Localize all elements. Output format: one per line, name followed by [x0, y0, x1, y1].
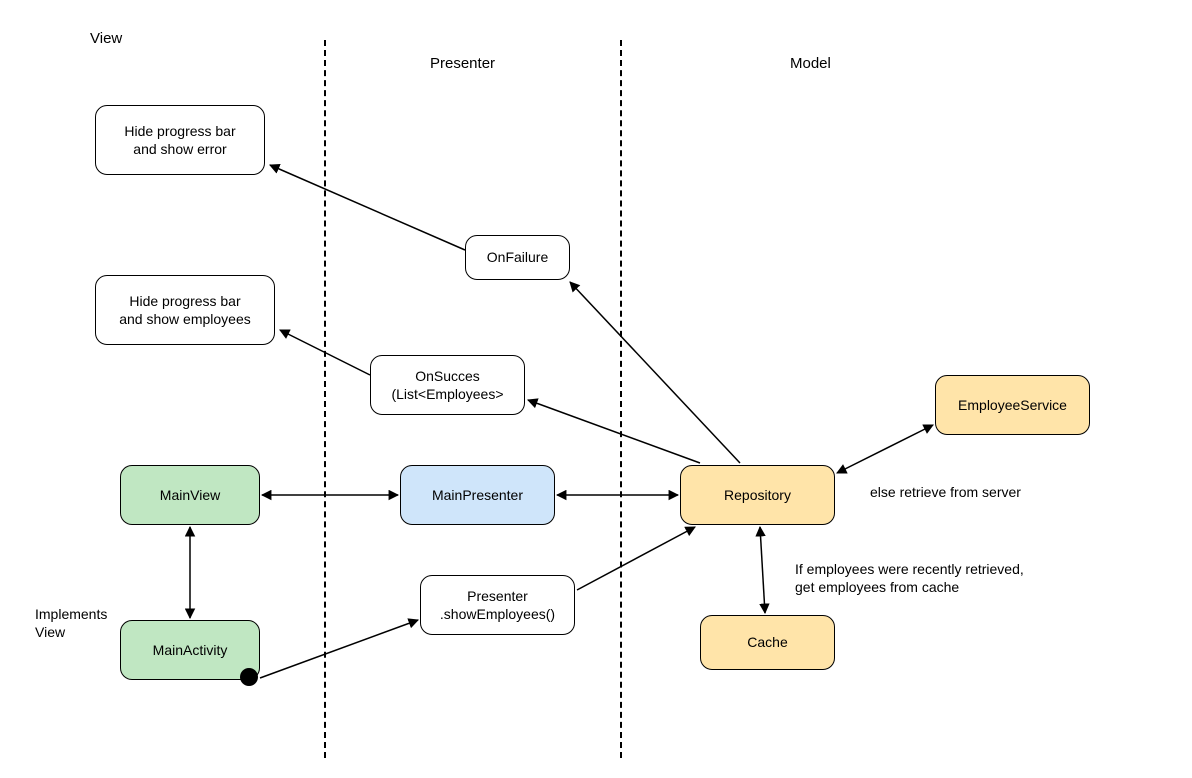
arrow-repo-onsuccess	[528, 400, 700, 463]
box-employee-service: EmployeeService	[935, 375, 1090, 435]
divider-presenter-model	[620, 40, 622, 758]
activity-dot	[240, 668, 258, 686]
arrow-show-repository	[577, 527, 695, 590]
section-presenter: Presenter	[430, 55, 495, 72]
note-implements-view: ImplementsView	[35, 605, 107, 641]
box-hide-error: Hide progress barand show error	[95, 105, 265, 175]
section-view: View	[90, 30, 122, 47]
box-main-presenter: MainPresenter	[400, 465, 555, 525]
arrow-repo-service	[837, 425, 933, 473]
box-presenter-show: Presenter.showEmployees()	[420, 575, 575, 635]
arrow-onfailure-hideerror	[270, 165, 465, 250]
box-onfailure: OnFailure	[465, 235, 570, 280]
section-model: Model	[790, 55, 831, 72]
box-repository: Repository	[680, 465, 835, 525]
box-main-view: MainView	[120, 465, 260, 525]
box-hide-employees: Hide progress barand show employees	[95, 275, 275, 345]
arrow-activity-showemployees	[260, 620, 418, 678]
divider-view-presenter	[324, 40, 326, 758]
box-onsuccess: OnSucces(List<Employees>	[370, 355, 525, 415]
note-else-retrieve: else retrieve from server	[870, 483, 1021, 501]
box-cache: Cache	[700, 615, 835, 670]
arrow-repo-onfailure	[570, 282, 740, 463]
box-main-activity: MainActivity	[120, 620, 260, 680]
note-if-recent: If employees were recently retrieved,get…	[795, 560, 1024, 596]
arrow-repo-cache	[760, 527, 765, 613]
